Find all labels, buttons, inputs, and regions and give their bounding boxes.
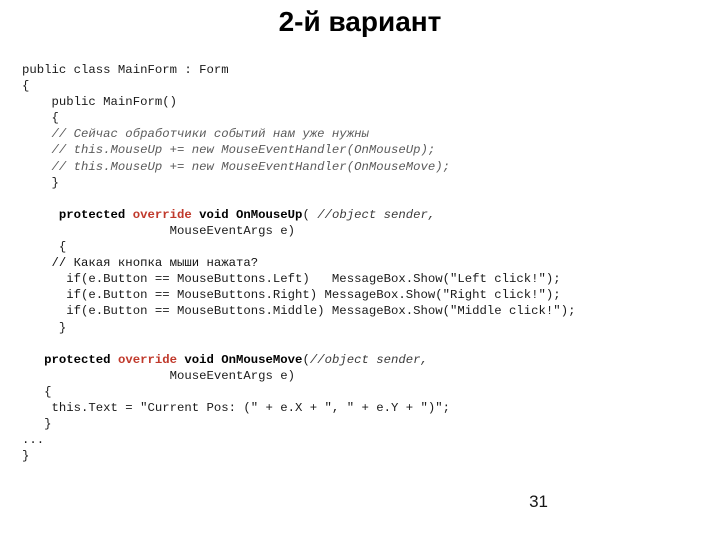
code-token: ( — [302, 207, 318, 222]
code-line: protected override void OnMouseUp( //obj… — [22, 207, 702, 223]
code-token: //object sender, — [309, 352, 428, 367]
code-line: MouseEventArgs e) — [22, 368, 702, 384]
code-line: if(e.Button == MouseButtons.Middle) Mess… — [22, 303, 702, 319]
code-line: // this.MouseUp += new MouseEventHandler… — [22, 142, 702, 158]
code-token: void OnMouseMove — [176, 352, 303, 367]
code-token: public MainForm() — [22, 95, 177, 110]
code-token: public class MainForm : Form — [22, 63, 229, 77]
code-line: this.Text = "Current Pos: (" + e.X + ", … — [22, 400, 702, 416]
code-line: { — [22, 384, 702, 400]
code-line: // this.MouseUp += new MouseEventHandler… — [22, 159, 702, 175]
code-token: // this.MouseUp += new MouseEventHandler… — [22, 159, 451, 174]
code-line: // Какая кнопка мыши нажата? — [22, 255, 702, 271]
code-token: MouseEventArgs e) — [22, 223, 296, 238]
code-token: override — [132, 207, 192, 222]
code-line: } — [22, 416, 702, 432]
code-token: void OnMouseUp — [191, 207, 303, 222]
code-line: // Сейчас обработчики событий нам уже ну… — [22, 126, 702, 142]
code-token: { — [22, 79, 30, 94]
code-token: MouseEventArgs e) — [22, 368, 296, 383]
code-token: { — [22, 111, 59, 126]
code-line: } — [22, 320, 702, 336]
code-line: } — [22, 448, 702, 464]
code-token: override — [117, 352, 177, 367]
code-token: } — [22, 320, 67, 335]
code-line: MouseEventArgs e) — [22, 223, 702, 239]
code-token: if(e.Button == MouseButtons.Right) Messa… — [22, 288, 561, 303]
code-token: { — [22, 384, 52, 399]
code-line: protected override void OnMouseMove(//ob… — [22, 352, 702, 368]
code-line — [22, 191, 702, 207]
code-token: if(e.Button == MouseButtons.Left) Messag… — [22, 272, 561, 287]
code-line: if(e.Button == MouseButtons.Right) Messa… — [22, 287, 702, 303]
code-token: protected — [22, 352, 118, 367]
code-token: protected — [22, 207, 133, 222]
code-token: } — [22, 449, 30, 464]
code-token: if(e.Button == MouseButtons.Middle) Mess… — [22, 304, 576, 319]
page-title: 2-й вариант — [278, 6, 442, 37]
code-token: } — [22, 417, 52, 432]
code-line: public class MainForm : Form — [22, 62, 702, 78]
code-token: ( — [302, 352, 310, 367]
code-token: // Какая кнопка мыши нажата? — [22, 256, 259, 271]
code-line: { — [22, 239, 702, 255]
code-line: public MainForm() — [22, 94, 702, 110]
code-token: this.Text = "Current Pos: (" + e.X + ", … — [22, 400, 451, 415]
code-line: { — [22, 110, 702, 126]
code-token: // Сейчас обработчики событий нам уже ну… — [22, 127, 369, 142]
code-listing: public class MainForm : Form { public Mai… — [22, 62, 702, 464]
page-number: 31 — [529, 492, 548, 511]
code-token: } — [22, 175, 59, 190]
code-line — [22, 336, 702, 352]
code-line: if(e.Button == MouseButtons.Left) Messag… — [22, 271, 702, 287]
code-token: // this.MouseUp += new MouseEventHandler… — [22, 143, 436, 158]
code-token: { — [22, 240, 67, 255]
code-token: ... — [22, 433, 45, 448]
code-line: ... — [22, 432, 702, 448]
code-token: //object sender, — [317, 207, 436, 222]
code-line: } — [22, 175, 702, 191]
code-line: { — [22, 78, 702, 94]
